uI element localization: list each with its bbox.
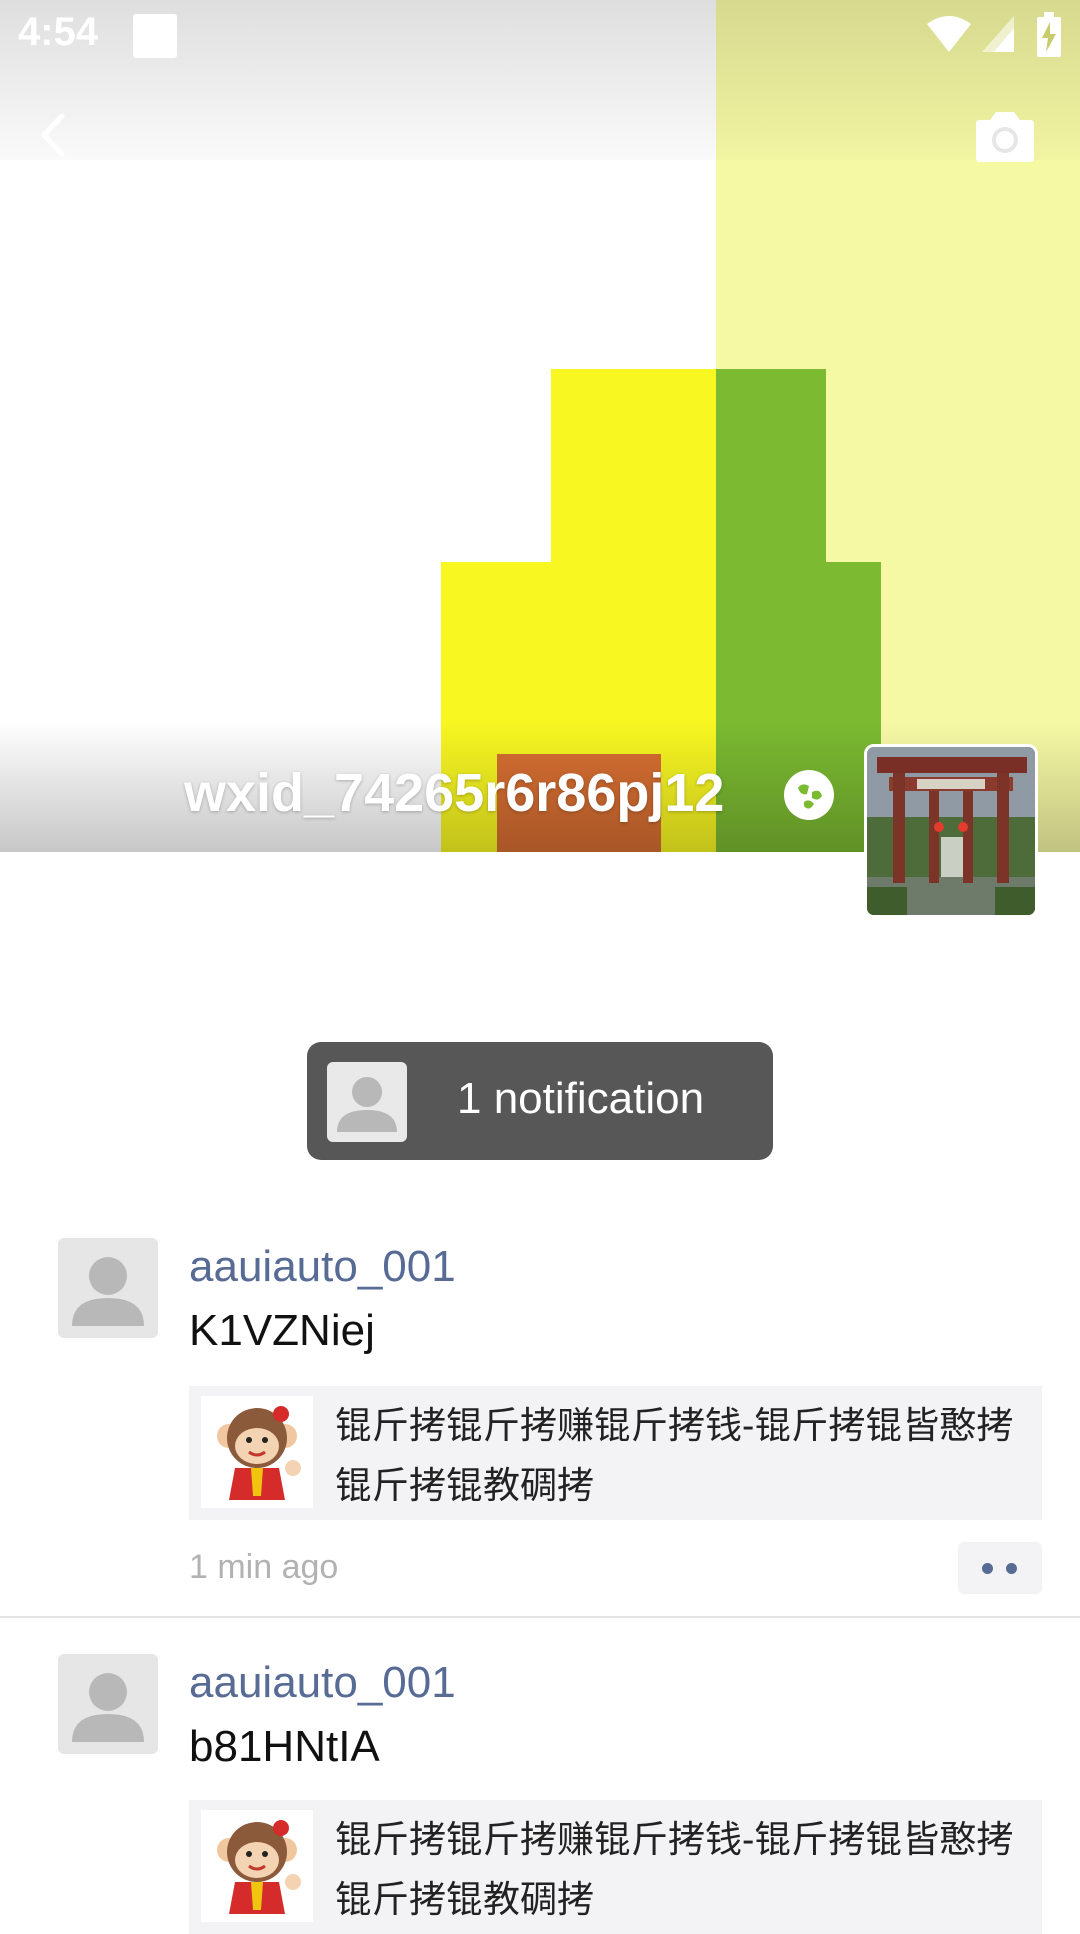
status-time: 4:54	[18, 10, 99, 54]
share-title: 锟斤拷锟斤拷赚锟斤拷钱-锟斤拷锟皆憨拷锟斤拷锟教碉拷	[335, 1405, 1014, 1506]
battery-charging-icon	[1037, 12, 1061, 57]
feed-item: aauiauto_001 b81HNtIA 锟斤拷锟斤拷赚锟斤拷钱-锟斤拷锟皆憨…	[0, 1654, 1080, 1934]
cover-image[interactable]	[0, 0, 1080, 852]
wifi-icon	[927, 16, 971, 52]
feed-timestamp: 1 min ago	[189, 1548, 339, 1586]
signal-icon	[982, 16, 1014, 52]
back-button[interactable]	[22, 100, 92, 170]
share-title: 锟斤拷锟斤拷赚锟斤拷钱-锟斤拷锟皆憨拷锟斤拷锟教碉拷	[335, 1819, 1014, 1920]
monkey-sticker-icon	[217, 1406, 301, 1500]
feed-item: aauiauto_001 K1VZNiej 锟斤拷锟斤拷赚锟斤拷钱-锟斤拷锟皆憨…	[0, 1238, 1080, 1616]
feed-divider	[0, 1616, 1080, 1618]
notification-square-icon	[133, 14, 177, 58]
notification-avatar	[327, 1062, 407, 1142]
feed-avatar[interactable]	[58, 1238, 158, 1338]
feed-post-text: K1VZNiej	[189, 1306, 375, 1355]
gate-photo	[867, 747, 1035, 915]
notification-button[interactable]: 1 notification	[307, 1042, 773, 1160]
shared-link-card[interactable]: 锟斤拷锟斤拷赚锟斤拷钱-锟斤拷锟皆憨拷锟斤拷锟教碉拷	[189, 1386, 1042, 1520]
more-dot-icon	[982, 1563, 993, 1574]
monkey-sticker-icon	[217, 1820, 301, 1914]
feed-post-text: b81HNtIA	[189, 1722, 380, 1771]
feed-author-name[interactable]: aauiauto_001	[189, 1242, 456, 1292]
verified-badge-icon	[784, 770, 834, 820]
shared-link-card[interactable]: 锟斤拷锟斤拷赚锟斤拷钱-锟斤拷锟皆憨拷锟斤拷锟教碉拷	[189, 1800, 1042, 1934]
more-dot-icon	[1006, 1563, 1017, 1574]
feed-author-name[interactable]: aauiauto_001	[189, 1658, 456, 1708]
notification-label: 1 notification	[457, 1074, 705, 1123]
default-avatar-icon	[72, 1673, 144, 1742]
default-avatar-icon	[72, 1257, 144, 1326]
more-options-button[interactable]	[958, 1542, 1042, 1594]
feed-avatar[interactable]	[58, 1654, 158, 1754]
profile-avatar[interactable]	[864, 744, 1038, 918]
profile-username: wxid_74265r6r86pj12	[184, 763, 725, 823]
camera-icon[interactable]	[972, 110, 1038, 164]
default-avatar-icon	[337, 1077, 397, 1132]
status-bar: 4:54	[0, 0, 1080, 72]
share-thumbnail	[201, 1396, 313, 1508]
share-thumbnail	[201, 1810, 313, 1922]
